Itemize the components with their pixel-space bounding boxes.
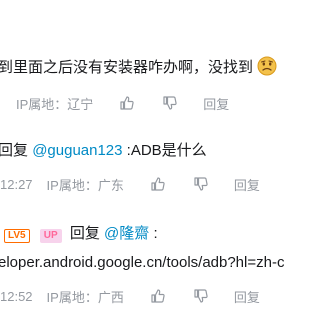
reply-button[interactable]: 回复 [234, 287, 260, 306]
ip-location: IP属地：广东 [46, 177, 124, 193]
user-mention-link[interactable]: @隆齋 [104, 225, 149, 242]
ip-location: IP属地：辽宁 [16, 96, 94, 112]
like-button[interactable] [149, 175, 167, 193]
comment-content: 到里面之后没有安装器咋办啊，没找到 [0, 59, 254, 76]
comment-time: 12:27 [0, 176, 33, 192]
thumb-up-icon [151, 177, 165, 191]
reply-prefix: 回复 [69, 225, 100, 242]
comment-content: :ADB是什么 [126, 142, 207, 159]
comment-body: eloper.android.google.cn/tools/adb?hl=zh… [0, 253, 284, 273]
thumb-up-icon [120, 96, 134, 110]
sad-face-emoji-icon [257, 56, 277, 76]
up-badge: UP [39, 229, 62, 243]
thumb-down-icon [163, 96, 177, 110]
comment-body: 到里面之后没有安装器咋办啊，没找到 [0, 56, 277, 78]
thumb-down-icon [194, 177, 208, 191]
dislike-button[interactable] [161, 94, 179, 112]
dislike-button[interactable] [192, 175, 210, 193]
reply-button[interactable]: 回复 [203, 94, 229, 113]
comment-link[interactable]: eloper.android.google.cn/tools/adb?hl=zh… [0, 254, 284, 271]
like-button[interactable] [149, 287, 167, 305]
comment-time: 12:52 [0, 288, 33, 304]
comment-reply-list: 到里面之后没有安装器咋办啊，没找到 IP属地：辽宁 回复 回复 @guguan1… [0, 0, 320, 320]
comment-meta: 12:52 IP属地：广西 回复 [0, 286, 260, 306]
reply-button[interactable]: 回复 [234, 175, 260, 194]
thumb-up-icon [151, 289, 165, 303]
like-button[interactable] [118, 94, 136, 112]
comment-header: LV5 UP 回复 @隆齋 : [4, 224, 158, 244]
user-level-badge: LV5 [4, 229, 30, 243]
reply-prefix: 回复 [0, 142, 29, 159]
comment-meta: IP属地：辽宁 回复 [0, 93, 229, 113]
ip-location: IP属地：广西 [46, 289, 124, 305]
mention-colon: : [153, 225, 158, 242]
dislike-button[interactable] [192, 287, 210, 305]
thumb-down-icon [194, 289, 208, 303]
comment-body: 回复 @guguan123 :ADB是什么 [0, 141, 207, 161]
user-mention-link[interactable]: @guguan123 [32, 142, 122, 159]
comment-meta: 12:27 IP属地：广东 回复 [0, 174, 260, 194]
